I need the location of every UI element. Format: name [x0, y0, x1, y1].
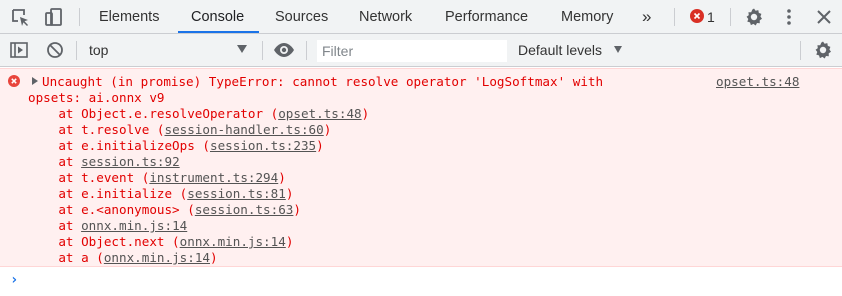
kebab-menu-icon[interactable] [778, 6, 800, 28]
tab-console[interactable]: Console [191, 0, 244, 34]
stack-frame: at e.<anonymous> (session.ts:63) [28, 202, 301, 217]
prompt-chevron-icon: › [10, 272, 19, 288]
sidebar-toggle-icon[interactable] [8, 39, 30, 61]
stack-frame-link[interactable]: session.ts:92 [81, 154, 180, 169]
console-prompt[interactable]: › [0, 268, 842, 296]
tab-memory[interactable]: Memory [561, 0, 613, 34]
stack-frame-link[interactable]: onnx.min.js:14 [180, 234, 286, 249]
error-count[interactable]: 1 [707, 0, 715, 34]
stack-frame-link[interactable]: session.ts:81 [187, 186, 286, 201]
toolbar-divider [800, 41, 801, 60]
stack-frame-link[interactable]: opset.ts:48 [278, 106, 361, 121]
stack-frame: at e.initializeOps (session.ts:235) [28, 138, 324, 153]
tab-sources[interactable]: Sources [275, 0, 328, 34]
error-source-link[interactable]: opset.ts:48 [716, 74, 799, 90]
stack-frame-link[interactable]: instrument.ts:294 [149, 170, 278, 185]
error-message-text: opsets: ai.onnx v9 [28, 90, 165, 105]
active-tab-indicator [178, 31, 259, 33]
stack-frame-link[interactable]: session.ts:63 [195, 202, 294, 217]
devtools-tab-bar: Elements Console Sources Network Perform… [0, 0, 842, 34]
stack-frame: at t.resolve (session-handler.ts:60) [28, 122, 332, 137]
toolbar-divider [79, 8, 80, 26]
error-icon[interactable] [690, 9, 704, 23]
chevron-down-icon[interactable] [237, 45, 247, 53]
settings-icon[interactable] [743, 6, 765, 28]
filter-input[interactable] [317, 40, 507, 62]
close-icon[interactable] [813, 6, 835, 28]
eye-icon[interactable] [273, 39, 295, 61]
more-tabs-icon[interactable]: » [642, 0, 651, 34]
error-icon [8, 75, 20, 87]
console-error-message: Uncaught (in promise) TypeError: cannot … [0, 68, 842, 267]
tab-elements[interactable]: Elements [99, 0, 159, 34]
toolbar-divider [76, 41, 77, 60]
stack-frame: at Object.next (onnx.min.js:14) [28, 234, 294, 249]
chevron-down-icon[interactable] [614, 46, 622, 53]
device-toolbar-icon[interactable] [43, 6, 65, 28]
stack-frame-link[interactable]: session.ts:235 [210, 138, 316, 153]
expand-arrow-icon[interactable] [32, 77, 38, 85]
tab-network[interactable]: Network [359, 0, 412, 34]
toolbar-divider [730, 8, 731, 26]
stack-frame: at a (onnx.min.js:14) [28, 250, 218, 265]
context-selector[interactable]: top [89, 34, 108, 67]
stack-frame-link[interactable]: session-handler.ts:60 [164, 122, 323, 137]
stack-frame: at e.initialize (session.ts:81) [28, 186, 294, 201]
stack-frame: at t.event (instrument.ts:294) [28, 170, 286, 185]
clear-console-icon[interactable] [44, 39, 66, 61]
error-message-text: Uncaught (in promise) TypeError: cannot … [42, 74, 604, 89]
tab-performance[interactable]: Performance [445, 0, 528, 34]
console-settings-icon[interactable] [812, 39, 834, 61]
toolbar-divider [262, 41, 263, 60]
toolbar-divider [306, 41, 307, 60]
stack-frame-link[interactable]: onnx.min.js:14 [104, 250, 210, 265]
stack-frame: at Object.e.resolveOperator (opset.ts:48… [28, 106, 370, 121]
log-levels-dropdown[interactable]: Default levels [518, 34, 602, 67]
toolbar-divider [674, 8, 675, 26]
stack-frame: at onnx.min.js:14 [28, 218, 188, 233]
stack-frame: at session.ts:92 [28, 154, 180, 169]
stack-frame-link[interactable]: onnx.min.js:14 [81, 218, 187, 233]
inspect-element-icon[interactable] [9, 6, 31, 28]
